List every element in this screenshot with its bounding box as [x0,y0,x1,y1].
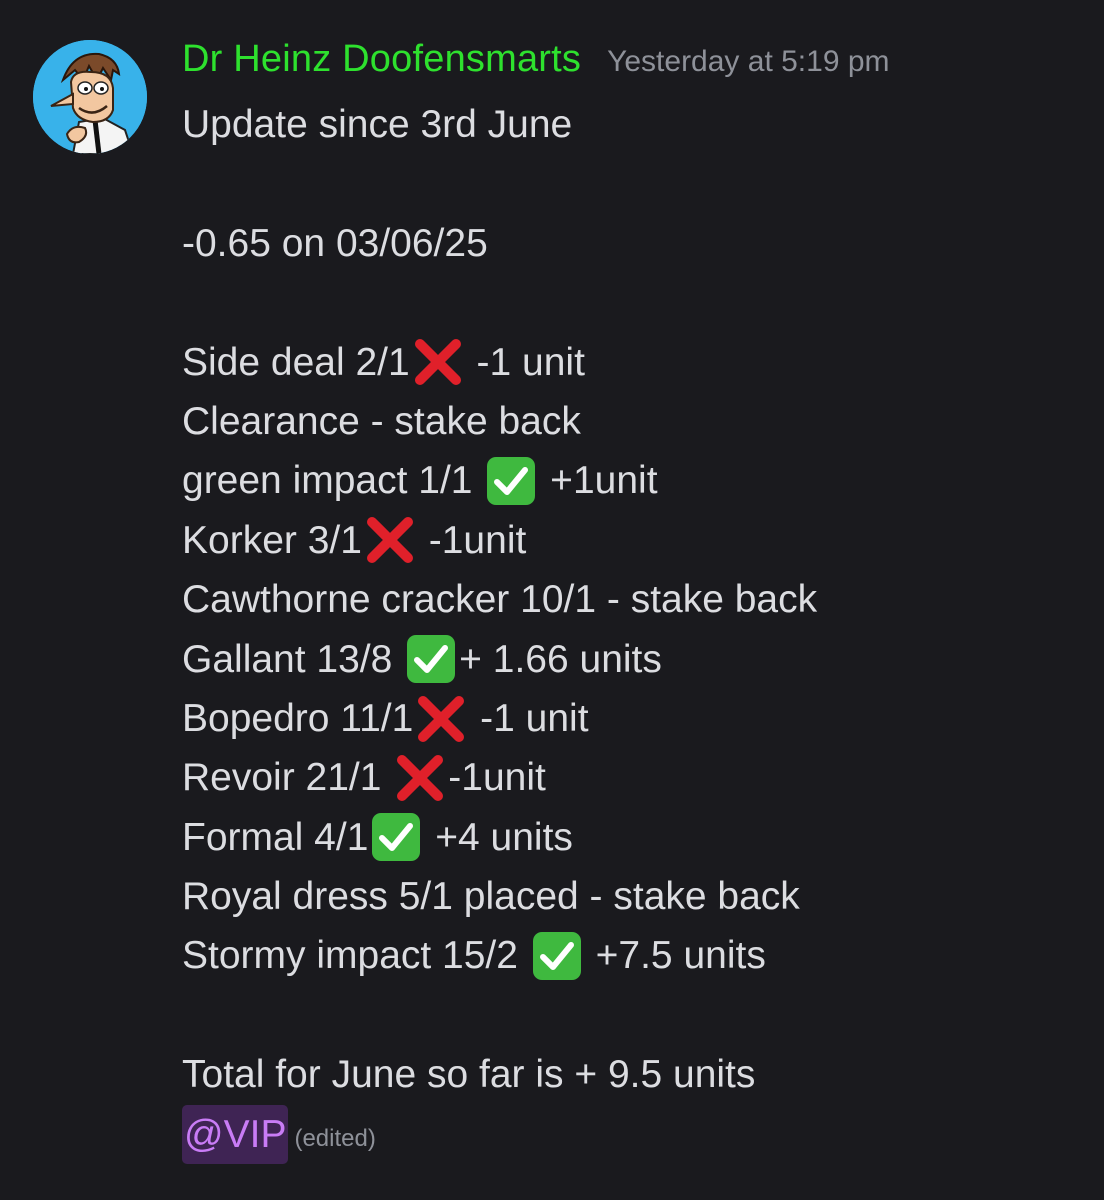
message-line: Clearance - stake back [182,392,1082,451]
message-line: Gallant 13/8 + 1.66 units [182,630,1082,689]
message-line [182,986,1082,1045]
message-line: Update since 3rd June [182,95,1082,154]
message-header: Dr Heinz Doofensmarts Yesterday at 5:19 … [182,38,890,94]
line-text: green impact 1/1 [182,459,484,503]
message-line [182,273,1082,332]
avatar[interactable] [33,40,147,154]
line-result: +1unit [539,459,658,503]
check-mark-icon [368,809,424,865]
message-line: Bopedro 11/1 -1 unit [182,689,1082,748]
line-result: -1 unit [469,696,589,740]
line-result: -1unit [448,756,546,800]
line-text: Update since 3rd June [182,103,573,146]
cross-mark-icon [362,512,418,568]
line-text: Total for June so far is + 9.5 units [182,1053,756,1097]
line-result: -1unit [417,518,527,562]
line-text: Formal 4/1 [182,815,369,859]
message-line: Korker 3/1 -1unit [182,511,1082,570]
message-line: Revoir 21/1 -1unit [182,748,1082,807]
line-text: Revoir 21/1 [182,756,393,800]
line-result: +4 units [424,815,573,859]
line-text: Clearance - stake back [182,399,581,443]
timestamp[interactable]: Yesterday at 5:19 pm [607,45,889,79]
message-line: Stormy impact 15/2 +7.5 units [182,926,1082,985]
line-text: Bopedro 11/1 [182,696,414,740]
author-name[interactable]: Dr Heinz Doofensmarts [182,38,581,81]
message-line: Cawthorne cracker 10/1 - stake back [182,570,1082,629]
message-line: Side deal 2/1 -1 unit [182,333,1082,392]
mention-line: @VIP (edited) [182,1104,1082,1165]
chat-message: Dr Heinz Doofensmarts Yesterday at 5:19 … [0,0,1104,1200]
line-text: -0.65 on 03/06/25 [182,221,488,265]
check-mark-icon [483,453,539,509]
doofenshmirtz-avatar-icon [33,40,147,154]
line-text: Stormy impact 15/2 [182,934,529,978]
message-line: Royal dress 5/1 placed - stake back [182,867,1082,926]
message-line: -0.65 on 03/06/25 [182,214,1082,273]
line-text: Royal dress 5/1 placed - stake back [182,875,800,919]
message-line: green impact 1/1 +1unit [182,451,1082,510]
check-mark-icon [529,928,585,984]
message-line: Formal 4/1 +4 units [182,808,1082,867]
cross-mark-icon [413,691,469,747]
line-text: Side deal 2/1 [182,340,410,384]
line-text: Korker 3/1 [182,518,362,562]
edited-label: (edited) [294,1124,376,1152]
line-result: + 1.66 units [459,637,662,681]
check-mark-icon [403,631,459,687]
line-result: +7.5 units [584,934,766,978]
line-text: Gallant 13/8 [182,637,404,681]
cross-mark-icon [392,750,448,806]
role-mention[interactable]: @VIP [182,1104,289,1165]
message-line [182,154,1082,213]
message-content: Update since 3rd June -0.65 on 03/06/25 Si… [182,95,1082,1165]
line-text: Cawthorne cracker 10/1 - stake back [182,578,818,622]
line-result: -1 unit [465,340,585,384]
message-line: Total for June so far is + 9.5 units [182,1045,1082,1104]
cross-mark-icon [410,334,466,390]
